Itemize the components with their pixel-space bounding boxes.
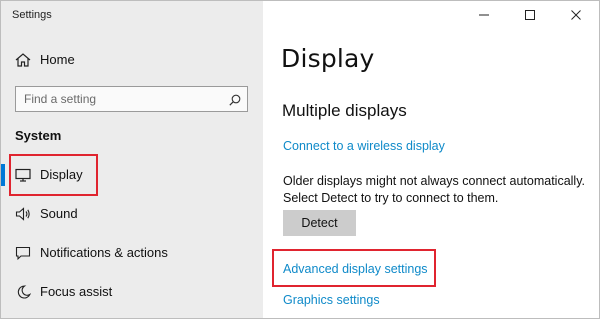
sidebar-item-label: Home: [40, 52, 75, 67]
sidebar-item-label: Sound: [40, 206, 78, 221]
highlight-box-advanced: [272, 249, 436, 287]
close-button[interactable]: [553, 1, 599, 29]
search-placeholder: Find a setting: [24, 92, 97, 106]
window-controls: [461, 1, 599, 29]
section-label-system: System: [15, 128, 62, 143]
sidebar: Settings Home Find a setting System Disp…: [1, 1, 263, 318]
main-content: Display Multiple displays Connect to a w…: [263, 1, 599, 318]
moon-icon: [15, 285, 32, 299]
notification-icon: [15, 246, 31, 261]
minimize-icon: [479, 14, 489, 16]
detect-button[interactable]: Detect: [283, 210, 356, 236]
sidebar-item-notifications[interactable]: Notifications & actions: [1, 238, 263, 268]
search-icon[interactable]: [229, 93, 241, 106]
maximize-button[interactable]: [507, 1, 553, 29]
detect-description-line: Select Detect to try to connect to them.: [283, 191, 499, 205]
detect-description: Older displays might not always connect …: [283, 173, 585, 207]
detect-description-line: Older displays might not always connect …: [283, 174, 585, 188]
sidebar-item-sound[interactable]: Sound: [1, 199, 263, 229]
app-title: Settings: [12, 9, 52, 21]
graphics-settings-link[interactable]: Graphics settings: [283, 293, 380, 307]
sidebar-item-label: Notifications & actions: [40, 245, 168, 260]
section-title: Multiple displays: [282, 101, 407, 120]
wireless-display-link[interactable]: Connect to a wireless display: [283, 139, 445, 153]
home-icon: [15, 53, 31, 67]
sidebar-item-focus-assist[interactable]: Focus assist: [1, 277, 263, 307]
sidebar-item-home[interactable]: Home: [1, 45, 263, 75]
sidebar-item-label: Focus assist: [40, 284, 113, 299]
speaker-icon: [15, 207, 31, 221]
close-icon: [571, 10, 581, 20]
settings-window: Settings Home Find a setting System Disp…: [0, 0, 600, 319]
page-title: Display: [281, 44, 375, 73]
search-input[interactable]: Find a setting: [15, 86, 248, 112]
maximize-icon: [525, 10, 535, 20]
highlight-box-display: [9, 154, 98, 196]
minimize-button[interactable]: [461, 1, 507, 29]
